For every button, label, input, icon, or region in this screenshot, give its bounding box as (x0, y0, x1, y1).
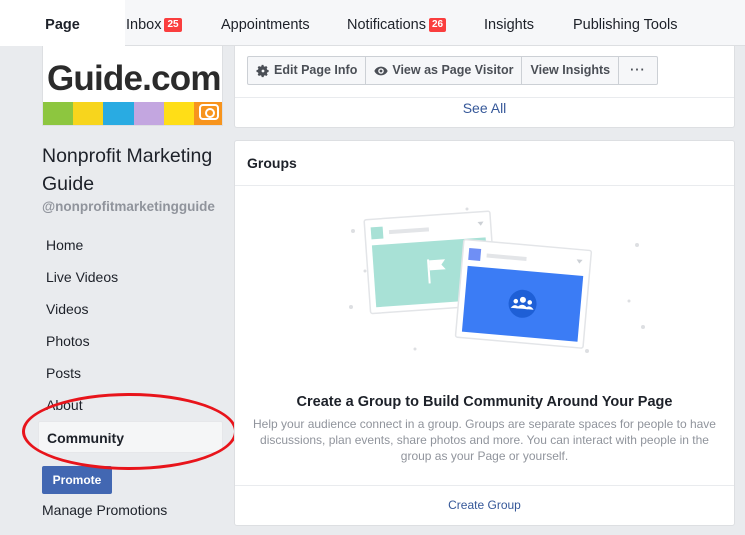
inbox-count-badge: 25 (164, 18, 182, 32)
promote-button[interactable]: Promote (42, 466, 112, 494)
sidebar-item-home[interactable]: Home (38, 229, 223, 261)
camera-icon[interactable] (199, 104, 219, 120)
page-profile-picture[interactable]: Guide.com (42, 46, 223, 126)
groups-empty-description: Help your audience connect in a group. G… (253, 417, 716, 463)
sidebar-item-videos[interactable]: Videos (38, 293, 223, 325)
view-as-visitor-label: View as Page Visitor (392, 63, 514, 77)
manage-promotions-link[interactable]: Manage Promotions (42, 502, 167, 518)
tab-page[interactable]: Page (0, 0, 125, 46)
notifications-count-badge: 26 (428, 18, 447, 32)
page-title: Nonprofit Marketing Guide (42, 145, 213, 195)
divider (235, 97, 734, 98)
gear-icon (256, 64, 269, 77)
more-dots-icon: ··· (630, 63, 646, 77)
logo-strip-block (133, 102, 164, 125)
tab-publishing-tools[interactable]: Publishing Tools (573, 0, 678, 46)
tab-notifications-label: Notifications (347, 17, 426, 33)
edit-page-info-label: Edit Page Info (274, 63, 358, 77)
divider (235, 485, 734, 486)
page-username[interactable]: @nonprofitmarketingguide (42, 199, 215, 214)
groups-illustration (349, 207, 645, 353)
eye-icon (374, 66, 388, 75)
page-top-nav: Page Inbox 25 Appointments Notifications 2… (0, 0, 745, 46)
groups-card-header: Groups (235, 141, 734, 186)
page-actions-bar: Edit Page Info View as Page Visitor View… (247, 56, 658, 85)
logo-strip-block (43, 102, 74, 125)
sidebar-item-photos[interactable]: Photos (38, 325, 223, 357)
sidebar-item-live-videos[interactable]: Live Videos (38, 261, 223, 293)
tab-inbox[interactable]: Inbox 25 (126, 0, 182, 46)
more-options-button[interactable]: ··· (619, 57, 657, 84)
tab-notifications[interactable]: Notifications 26 (347, 0, 447, 46)
group-card-front (454, 238, 593, 349)
page-side-nav: Home Live Videos Videos Photos Posts Abo… (38, 229, 223, 453)
logo-text: Guide.com (47, 59, 221, 98)
logo-color-strip (43, 102, 222, 125)
tab-insights[interactable]: Insights (484, 0, 534, 46)
see-all-link[interactable]: See All (235, 100, 734, 116)
view-insights-button[interactable]: View Insights (522, 57, 620, 84)
logo-strip-block (73, 102, 104, 125)
logo-strip-block (103, 102, 134, 125)
create-group-link[interactable]: Create Group (235, 498, 734, 512)
groups-card: Groups Create a Group to Build Community… (234, 140, 735, 526)
logo-strip-block (163, 102, 194, 125)
sidebar-item-community[interactable]: Community (38, 421, 223, 453)
sidebar-item-about[interactable]: About (38, 389, 223, 421)
view-as-visitor-button[interactable]: View as Page Visitor (366, 57, 523, 84)
groups-empty-title: Create a Group to Build Community Around… (296, 394, 673, 410)
edit-page-info-button[interactable]: Edit Page Info (248, 57, 367, 84)
page-actions-card: Edit Page Info View as Page Visitor View… (234, 46, 735, 128)
sidebar-item-posts[interactable]: Posts (38, 357, 223, 389)
tab-inbox-label: Inbox (126, 17, 162, 33)
tab-appointments[interactable]: Appointments (221, 0, 310, 46)
